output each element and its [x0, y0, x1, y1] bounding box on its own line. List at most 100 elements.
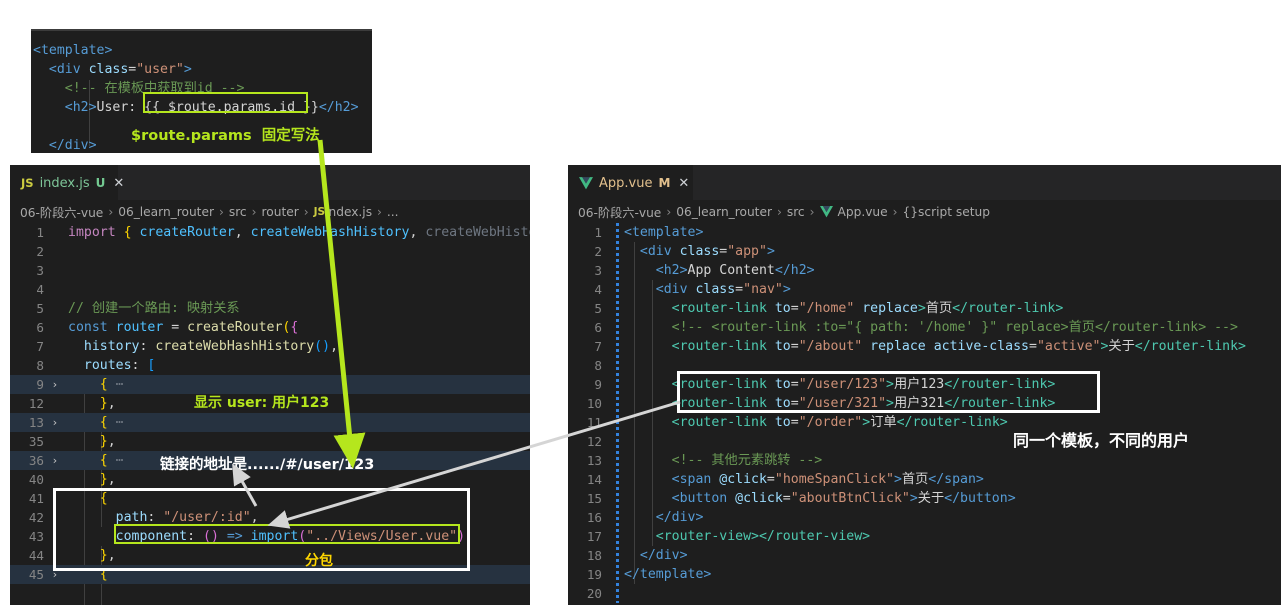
breadcrumb-part[interactable]: src — [229, 205, 247, 219]
snippet-line: </div> — [33, 138, 97, 153]
breadcrumb-part[interactable]: 06-阶段六-vue — [20, 203, 103, 221]
line-number: 2 — [594, 244, 602, 259]
breadcrumb-separator: › — [892, 204, 898, 219]
breadcrumb-part[interactable]: 06_learn_router — [676, 205, 772, 219]
code-line-row[interactable]: 16 </div> — [568, 508, 1281, 527]
code-line-row[interactable]: 15 <button @click="aboutBtnClick">关于</bu… — [568, 489, 1281, 508]
code-line-row[interactable]: 5 <router-link to="/home" replace>首页</ro… — [568, 299, 1281, 318]
tab-label: index.js — [39, 175, 90, 191]
code-line-row[interactable]: 10 <router-link to="/user/321">用户321</ro… — [568, 394, 1281, 413]
fold-chevron-icon[interactable]: › — [49, 413, 61, 432]
breadcrumb-part[interactable]: 06_learn_router — [118, 205, 214, 219]
code-line-row[interactable]: 3 — [10, 261, 530, 280]
breadcrumb-part[interactable]: src — [787, 205, 805, 219]
line-number: 43 — [28, 529, 44, 544]
snippet-line: <div class="user"> — [33, 62, 192, 77]
code-line-row[interactable]: 7 <router-link to="/about" replace activ… — [568, 337, 1281, 356]
breadcrumb-separator: › — [303, 204, 309, 219]
code-line-row[interactable]: 20 — [568, 584, 1281, 603]
snippet-line: <h2>User: {{ $route.params.id }}</h2> — [33, 100, 359, 115]
code-line-row[interactable]: 9 <router-link to="/user/123">用户123</rou… — [568, 375, 1281, 394]
line-number: 15 — [586, 491, 602, 506]
code-line-text: <router-link to="/user/123">用户123</route… — [624, 377, 1056, 392]
code-line-row[interactable]: 18 </div> — [568, 546, 1281, 565]
breadcrumb-part[interactable]: 06-阶段六-vue — [578, 203, 661, 221]
breadcrumb-separator: › — [776, 204, 782, 219]
code-line-text: <!-- 其他元素跳转 --> — [624, 453, 823, 468]
tab-app-vue[interactable]: App.vue M ✕ — [568, 165, 693, 200]
code-line-row[interactable]: 6 const router = createRouter({ — [10, 318, 530, 337]
code-line-row[interactable]: 2 — [10, 242, 530, 261]
right-editor-breadcrumb[interactable]: 06-阶段六-vue › 06_learn_router › src › App.vue › {… — [568, 200, 1281, 223]
code-line-text: </div> — [624, 510, 704, 525]
code-line-row[interactable]: 13 <!-- 其他元素跳转 --> — [568, 451, 1281, 470]
tab-index-js[interactable]: JS index.js U ✕ — [10, 165, 124, 200]
code-line-text — [624, 584, 632, 603]
line-number: 7 — [36, 339, 44, 354]
app-vue-editor-panel: App.vue M ✕ 06-阶段六-vue › 06_learn_router › s… — [568, 165, 1281, 605]
code-line-text: routes: [ — [68, 358, 156, 373]
line-number: 5 — [36, 301, 44, 316]
breadcrumb-separator: › — [377, 204, 382, 219]
line-number: 13 — [586, 453, 602, 468]
left-editor-breadcrumb[interactable]: 06-阶段六-vue › 06_learn_router › src › router › JS… — [10, 200, 530, 223]
code-line-row[interactable]: 1 <template> — [568, 223, 1281, 242]
close-icon[interactable]: ✕ — [113, 177, 124, 190]
code-line-text: import { createRouter, createWebHashHist… — [68, 225, 530, 240]
code-line-row[interactable]: 19 </template> — [568, 565, 1281, 584]
code-line-row[interactable]: 1 import { createRouter, createWebHashHis… — [10, 223, 530, 242]
code-line-text: <span @click="homeSpanClick">首页</span> — [624, 472, 984, 487]
line-number: 12 — [586, 434, 602, 449]
breadcrumb-part[interactable]: router — [262, 205, 299, 219]
code-line-text: <router-link to="/user/321">用户321</route… — [624, 396, 1056, 411]
line-number: 9 — [36, 377, 44, 392]
code-line-text — [68, 261, 76, 280]
code-line-row[interactable]: 6 <!-- <router-link :to="{ path: '/home'… — [568, 318, 1281, 337]
code-line-row[interactable]: 8 — [568, 356, 1281, 375]
vue-file-icon — [819, 205, 833, 218]
line-number: 4 — [594, 282, 602, 297]
annotation-link-address: 链接的地址是....../#/user/123 — [160, 457, 375, 473]
code-line-row[interactable]: 7 history: createWebHashHistory(), — [10, 337, 530, 356]
left-editor-tabbar: JS index.js U ✕ — [10, 165, 530, 200]
line-number: 16 — [586, 510, 602, 525]
code-line-row[interactable]: 43 component: () => import("../Views/Use… — [10, 527, 530, 546]
close-icon[interactable]: ✕ — [678, 177, 689, 190]
snippet-line: <template> — [33, 43, 113, 58]
code-line-row[interactable]: 41 { — [10, 489, 530, 508]
line-number: 1 — [36, 225, 44, 240]
code-line-row[interactable]: 2 <div class="app"> — [568, 242, 1281, 261]
code-line-row[interactable]: 45 › { — [10, 565, 530, 584]
fold-chevron-icon[interactable]: › — [49, 565, 61, 584]
right-editor-code[interactable]: 1 <template> 2 <div class="app"> 3 <h2>App … — [568, 223, 1281, 605]
left-editor-code[interactable]: 1 import { createRouter, createWebHashHis… — [10, 223, 530, 605]
fold-chevron-icon[interactable]: › — [49, 451, 61, 470]
code-line-row[interactable]: 5 // 创建一个路由: 映射关系 — [10, 299, 530, 318]
breadcrumb-file[interactable]: index.js — [325, 205, 372, 219]
line-number: 13 — [28, 415, 44, 430]
breadcrumb-file[interactable]: App.vue — [838, 205, 888, 219]
code-line-row[interactable]: 35 }, — [10, 432, 530, 451]
code-line-row[interactable]: 17 <router-view></router-view> — [568, 527, 1281, 546]
code-line-row[interactable]: 4 — [10, 280, 530, 299]
code-line-row[interactable]: 8 routes: [ — [10, 356, 530, 375]
line-number: 35 — [28, 434, 44, 449]
code-line-text: </template> — [624, 567, 712, 582]
code-line-row[interactable]: 13 › { ⋯ — [10, 413, 530, 432]
breadcrumb-separator: › — [809, 204, 815, 219]
index-js-editor-panel: JS index.js U ✕ 06-阶段六-vue › 06_learn_rout… — [10, 165, 530, 605]
breadcrumb-more[interactable]: ... — [387, 205, 399, 219]
code-line-row[interactable]: 4 <div class="nav"> — [568, 280, 1281, 299]
breadcrumb-symbol[interactable]: script setup — [918, 205, 990, 219]
fold-chevron-icon[interactable]: › — [49, 375, 61, 394]
code-line-text: const router = createRouter({ — [68, 320, 299, 335]
code-line-row[interactable]: 14 <span @click="homeSpanClick">首页</span… — [568, 470, 1281, 489]
breadcrumb-separator: › — [108, 204, 114, 219]
line-number: 3 — [36, 263, 44, 278]
code-line-row[interactable]: 42 path: "/user/:id", — [10, 508, 530, 527]
symbol-braces-icon: {} — [902, 204, 919, 219]
line-number: 42 — [28, 510, 44, 525]
code-line-row[interactable]: 3 <h2>App Content</h2> — [568, 261, 1281, 280]
code-line-row[interactable]: 44 }, — [10, 546, 530, 565]
line-number: 7 — [594, 339, 602, 354]
